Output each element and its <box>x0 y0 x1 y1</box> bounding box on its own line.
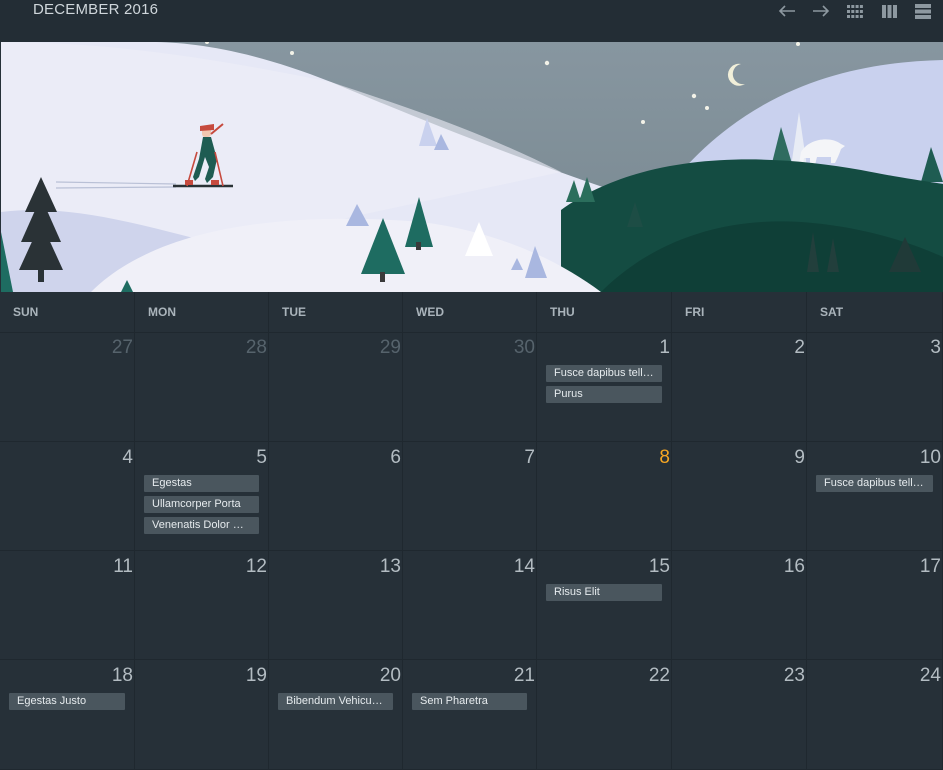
day-number: 6 <box>390 447 401 468</box>
day-cell[interactable]: 11 <box>0 551 135 660</box>
month-view-button[interactable] <box>845 1 865 21</box>
weekday-label: THU <box>537 292 672 332</box>
day-number: 4 <box>122 447 133 468</box>
weekday-label: FRI <box>672 292 807 332</box>
day-number: 30 <box>513 337 535 358</box>
day-cell[interactable]: 14 <box>403 551 537 660</box>
day-cell[interactable]: 16 <box>672 551 807 660</box>
day-cell-today[interactable]: 8 <box>537 442 672 551</box>
winter-banner-illustration <box>1 42 943 292</box>
view-toolbar <box>777 0 933 22</box>
weekday-header: SUN MON TUE WED THU FRI SAT <box>0 292 943 333</box>
event-list: Fusce dapibus tell… <box>816 475 933 492</box>
day-cell[interactable]: 18 Egestas Justo <box>0 660 135 770</box>
event-chip[interactable]: Venenatis Dolor P… <box>144 517 259 534</box>
day-cell[interactable]: 2 <box>672 332 807 442</box>
day-cell[interactable]: 5 Egestas Ullamcorper Porta Venenatis Dolor… <box>135 442 269 551</box>
prev-month-button[interactable] <box>777 1 797 21</box>
event-list: Bibendum Vehicul… <box>278 693 393 710</box>
event-chip[interactable]: Risus Elit <box>546 584 662 601</box>
day-number: 16 <box>783 556 805 577</box>
day-cell[interactable]: 9 <box>672 442 807 551</box>
day-cell[interactable]: 4 <box>0 442 135 551</box>
day-cell[interactable]: 15 Risus Elit <box>537 551 672 660</box>
day-number: 14 <box>513 556 535 577</box>
day-cell[interactable]: 17 <box>807 551 943 660</box>
day-cell[interactable]: 13 <box>269 551 403 660</box>
next-month-button[interactable] <box>811 1 831 21</box>
day-cell[interactable]: 30 <box>403 332 537 442</box>
day-number: 9 <box>794 447 805 468</box>
day-number: 15 <box>648 556 670 577</box>
event-list: Egestas Ullamcorper Porta Venenatis Dolor … <box>144 475 259 534</box>
day-number: 19 <box>245 665 267 686</box>
day-number: 1 <box>659 337 670 358</box>
event-list: Sem Pharetra <box>412 693 527 710</box>
list-view-button[interactable] <box>913 1 933 21</box>
day-cell[interactable]: 29 <box>269 332 403 442</box>
weekday-label: SUN <box>0 292 135 332</box>
event-list: Risus Elit <box>546 584 662 601</box>
weekday-label: SAT <box>807 292 943 332</box>
day-number: 13 <box>379 556 401 577</box>
day-number: 2 <box>794 337 805 358</box>
event-chip[interactable]: Fusce dapibus tell… <box>546 365 662 382</box>
day-number: 8 <box>659 447 670 468</box>
day-number: 29 <box>379 337 401 358</box>
week-view-button[interactable] <box>879 1 899 21</box>
weekday-label: TUE <box>269 292 403 332</box>
day-cell[interactable]: 3 <box>807 332 943 442</box>
day-cell[interactable]: 28 <box>135 332 269 442</box>
day-number: 20 <box>379 665 401 686</box>
event-chip[interactable]: Fusce dapibus tell… <box>816 475 933 492</box>
event-chip[interactable]: Ullamcorper Porta <box>144 496 259 513</box>
day-cell[interactable]: 6 <box>269 442 403 551</box>
event-chip[interactable]: Sem Pharetra <box>412 693 527 710</box>
day-number: 11 <box>113 556 133 577</box>
day-cell[interactable]: 12 <box>135 551 269 660</box>
event-list: Fusce dapibus tell… Purus <box>546 365 662 403</box>
event-list: Egestas Justo <box>9 693 125 710</box>
columns-icon <box>881 4 897 18</box>
day-cell[interactable]: 20 Bibendum Vehicul… <box>269 660 403 770</box>
event-chip[interactable]: Egestas Justo <box>9 693 125 710</box>
month-title: DECEMBER 2016 <box>33 1 159 18</box>
arrow-right-icon <box>813 5 830 17</box>
day-cell[interactable]: 24 <box>807 660 943 770</box>
arrow-left-icon <box>778 5 795 17</box>
day-number: 18 <box>111 665 133 686</box>
day-cell[interactable]: 7 <box>403 442 537 551</box>
day-number: 12 <box>245 556 267 577</box>
day-number: 21 <box>513 665 535 686</box>
weekday-label: WED <box>403 292 537 332</box>
day-cell[interactable]: 19 <box>135 660 269 770</box>
day-cell[interactable]: 23 <box>672 660 807 770</box>
grid-icon <box>847 4 863 18</box>
day-number: 10 <box>919 447 941 468</box>
day-cell[interactable]: 21 Sem Pharetra <box>403 660 537 770</box>
month-grid: 27 28 29 30 1 Fusce dapibus tell… Purus 2 3 4 5 Ege… <box>0 332 943 770</box>
day-number: 23 <box>783 665 805 686</box>
day-number: 27 <box>111 337 133 358</box>
top-bar: DECEMBER 2016 <box>0 0 943 42</box>
event-chip[interactable]: Purus <box>546 386 662 403</box>
rows-icon <box>915 3 931 19</box>
day-number: 7 <box>524 447 535 468</box>
day-number: 5 <box>256 447 267 468</box>
day-number: 17 <box>919 556 941 577</box>
event-chip[interactable]: Egestas <box>144 475 259 492</box>
day-number: 3 <box>930 337 941 358</box>
day-number: 22 <box>648 665 670 686</box>
event-chip[interactable]: Bibendum Vehicul… <box>278 693 393 710</box>
day-number: 24 <box>919 665 941 686</box>
day-number: 28 <box>245 337 267 358</box>
weekday-label: MON <box>135 292 269 332</box>
day-cell[interactable]: 27 <box>0 332 135 442</box>
day-cell[interactable]: 22 <box>537 660 672 770</box>
day-cell[interactable]: 1 Fusce dapibus tell… Purus <box>537 332 672 442</box>
day-cell[interactable]: 10 Fusce dapibus tell… <box>807 442 943 551</box>
